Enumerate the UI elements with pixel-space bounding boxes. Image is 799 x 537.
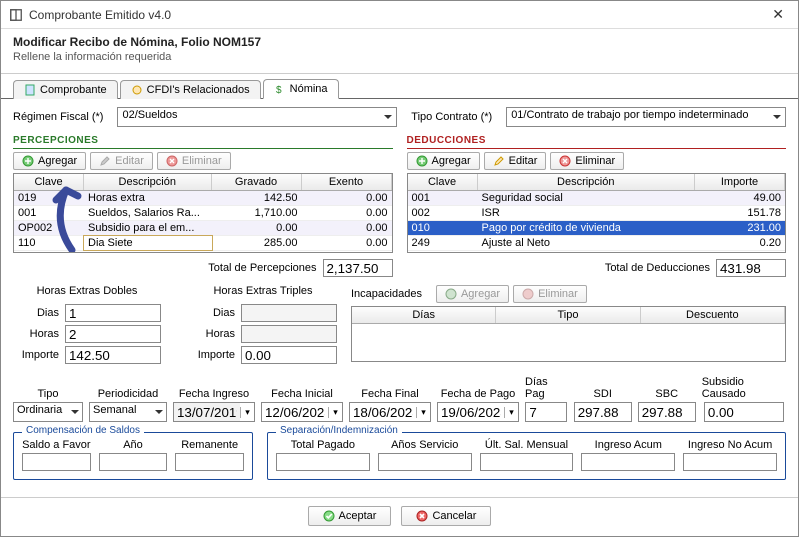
delete-icon (522, 288, 534, 300)
ult-sal-mensual-input[interactable] (480, 453, 574, 471)
deducciones-eliminar-button[interactable]: Eliminar (550, 152, 624, 170)
tipo-contrato-select[interactable]: 01/Contrato de trabajo por tiempo indete… (506, 107, 786, 127)
doc-icon (24, 84, 36, 96)
percepciones-total-label: Total de Percepciones (208, 262, 316, 274)
regimen-label: Régimen Fiscal (*) (13, 111, 103, 123)
percepciones-eliminar-button[interactable]: Eliminar (157, 152, 231, 170)
total-pagado-input[interactable] (276, 453, 370, 471)
tab-comprobante[interactable]: Comprobante (13, 80, 118, 99)
sdi-input[interactable] (574, 402, 632, 422)
dias-pag-input[interactable] (525, 402, 567, 422)
chevron-down-icon[interactable]: ▾ (504, 407, 518, 418)
cancelar-button[interactable]: Cancelar (401, 506, 491, 526)
tipo-select[interactable]: Ordinaria (13, 402, 83, 422)
fecha-ingreso-input[interactable] (174, 403, 240, 421)
triples-dias-input[interactable] (241, 304, 337, 322)
fecha-pago-input[interactable] (438, 403, 504, 421)
percepciones-agregar-button[interactable]: Agregar (13, 152, 86, 170)
add-icon (416, 155, 428, 167)
deducciones-table[interactable]: Clave Descripción Importe 001Seguridad s… (407, 173, 787, 253)
incapacidades-label: Incapacidades (351, 288, 422, 300)
chevron-down-icon[interactable]: ▾ (240, 407, 254, 418)
chevron-down-icon[interactable]: ▾ (416, 407, 430, 418)
fecha-final-input[interactable] (350, 403, 416, 421)
table-row[interactable]: 010Pago por crédito de vivienda231.00 (408, 221, 786, 236)
horas-triples-title: Horas Extras Triples (189, 285, 337, 297)
aceptar-button[interactable]: Aceptar (308, 506, 392, 526)
separacion-title: Separación/Indemnización (276, 425, 402, 436)
percepciones-editar-button[interactable]: Editar (90, 152, 153, 170)
dobles-dias-input[interactable] (65, 304, 161, 322)
deducciones-total-label: Total de Deducciones (605, 262, 710, 274)
deducciones-editar-button[interactable]: Editar (484, 152, 547, 170)
compensacion-title: Compensación de Saldos (22, 425, 144, 436)
incapacidades-agregar-button[interactable]: Agregar (436, 285, 509, 303)
dobles-horas-input[interactable] (65, 325, 161, 343)
subsidio-causado-input[interactable] (704, 402, 784, 422)
anos-servicio-input[interactable] (378, 453, 472, 471)
deducciones-agregar-button[interactable]: Agregar (407, 152, 480, 170)
horas-dobles-title: Horas Extras Dobles (13, 285, 161, 297)
close-button[interactable]: ✕ (766, 4, 790, 25)
tipo-contrato-label: Tipo Contrato (*) (411, 111, 492, 123)
edit-icon (99, 155, 111, 167)
dobles-importe-input[interactable] (65, 346, 161, 364)
delete-icon (166, 155, 178, 167)
add-icon (22, 155, 34, 167)
table-row[interactable]: 110Dia Siete285.000.00 (14, 236, 392, 251)
table-row[interactable]: 002ISR151.78 (408, 206, 786, 221)
triples-importe-input[interactable] (241, 346, 337, 364)
regimen-select[interactable]: 02/Sueldos (117, 107, 397, 127)
percepciones-table[interactable]: Clave Descripción Gravado Exento 019Hora… (13, 173, 393, 253)
money-icon: $ (274, 83, 286, 95)
delete-icon (559, 155, 571, 167)
tab-nomina[interactable]: $Nómina (263, 79, 339, 99)
remanente-input[interactable] (175, 453, 244, 471)
svg-text:$: $ (276, 85, 282, 95)
link-icon (131, 84, 143, 96)
app-logo-icon (9, 8, 23, 22)
deducciones-total-field (716, 259, 786, 277)
sbc-input[interactable] (638, 402, 696, 422)
page-subtitle: Rellene la información requerida (13, 51, 786, 63)
tab-relacionados[interactable]: CFDI's Relacionados (120, 80, 261, 99)
table-row[interactable]: OP002Subsidio para el em...0.000.00 (14, 221, 392, 236)
table-row[interactable]: 249Ajuste al Neto0.20 (408, 236, 786, 251)
ingreso-no-acum-input[interactable] (683, 453, 777, 471)
check-icon (323, 510, 335, 522)
table-row[interactable]: 001Seguridad social49.00 (408, 191, 786, 206)
percepciones-title: PERCEPCIONES (13, 135, 393, 149)
ano-input[interactable] (99, 453, 168, 471)
window-title: Comprobante Emitido v4.0 (29, 8, 766, 22)
periodicidad-select[interactable]: Semanal (89, 402, 167, 422)
incapacidades-table[interactable]: Días Tipo Descuento (351, 306, 786, 362)
ingreso-acum-input[interactable] (581, 453, 675, 471)
page-title: Modificar Recibo de Nómina, Folio NOM157 (13, 35, 786, 49)
deducciones-title: DEDUCCIONES (407, 135, 787, 149)
fecha-inicial-input[interactable] (262, 403, 328, 421)
chevron-down-icon[interactable]: ▾ (328, 407, 342, 418)
edit-icon (493, 155, 505, 167)
add-icon (445, 288, 457, 300)
percepciones-total-field (323, 259, 393, 277)
table-row[interactable]: 019Horas extra142.500.00 (14, 191, 392, 206)
table-row[interactable]: 001Sueldos, Salarios Ra...1,710.000.00 (14, 206, 392, 221)
cancel-icon (416, 510, 428, 522)
triples-horas-input[interactable] (241, 325, 337, 343)
incapacidades-eliminar-button[interactable]: Eliminar (513, 285, 587, 303)
saldo-favor-input[interactable] (22, 453, 91, 471)
